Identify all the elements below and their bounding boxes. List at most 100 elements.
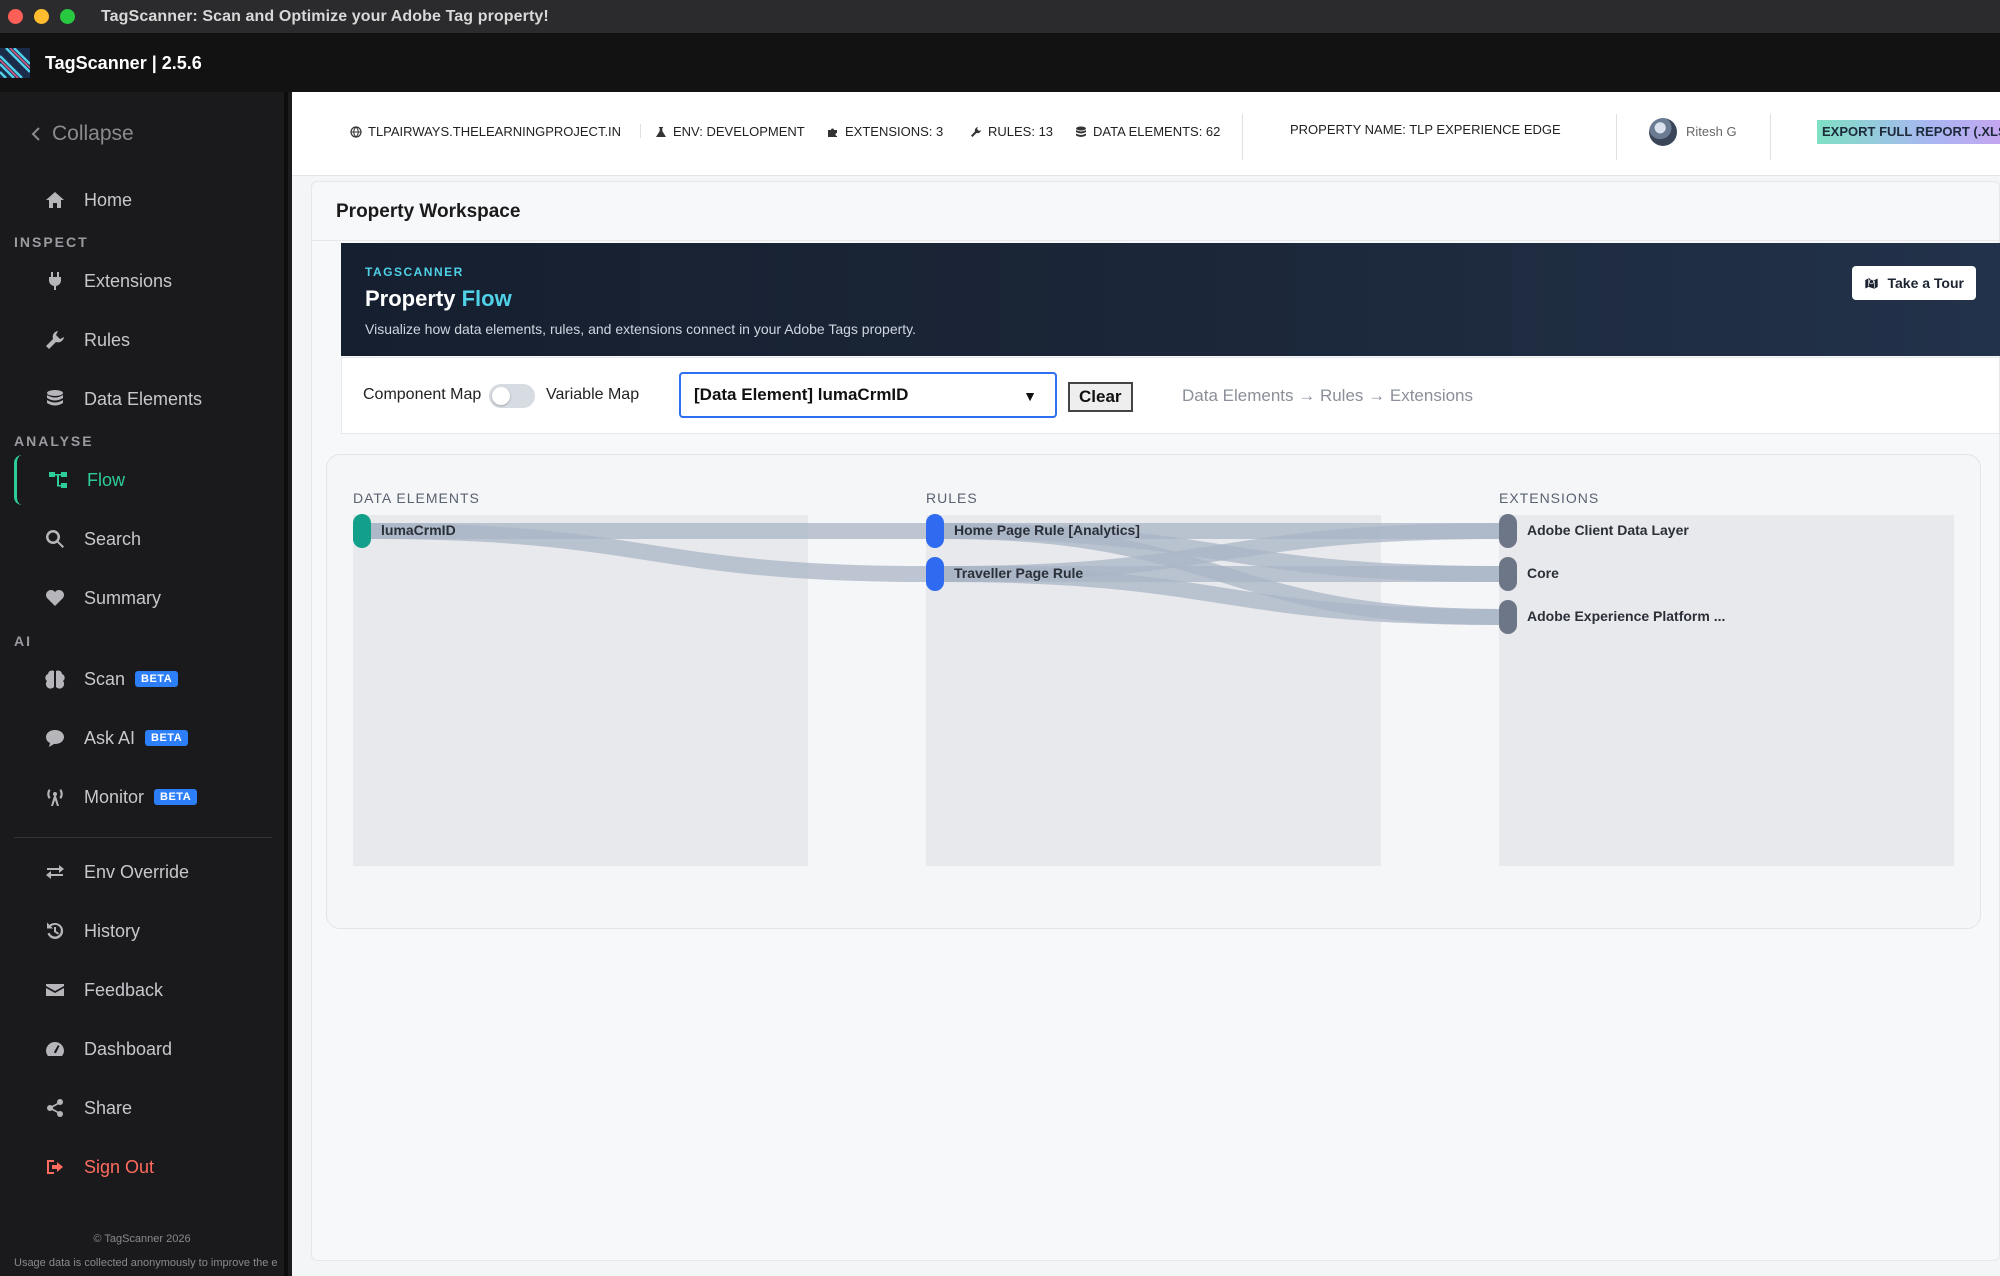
plug-icon	[44, 270, 66, 292]
clear-button[interactable]: Clear	[1068, 382, 1133, 412]
close-window-button[interactable]	[8, 9, 23, 24]
sidebar-item-flow[interactable]: Flow	[14, 455, 274, 505]
footer-notice: Usage data is collected anonymously to i…	[14, 1257, 278, 1269]
extension-node[interactable]	[1499, 514, 1517, 548]
beta-badge: BETA	[135, 671, 179, 687]
sidebar-item-label: Env Override	[84, 861, 190, 882]
sidebar-item-label: History	[84, 920, 141, 941]
extension-node-label[interactable]: Core	[1527, 565, 1559, 581]
beta-badge: BETA	[145, 730, 189, 746]
user-avatar[interactable]	[1649, 118, 1677, 146]
rule-node-label[interactable]: Home Page Rule [Analytics]	[954, 522, 1140, 538]
sidebar-item-scan[interactable]: Scan BETA	[14, 654, 274, 704]
sidebar-item-label: Feedback	[84, 979, 164, 1000]
sidebar-item-label: Monitor	[84, 786, 145, 807]
hero-subtitle: Visualize how data elements, rules, and …	[365, 321, 917, 337]
puzzle-icon	[828, 128, 837, 137]
rule-node-label[interactable]: Traveller Page Rule	[954, 565, 1083, 581]
sidebar-item-feedback[interactable]: Feedback	[14, 965, 274, 1015]
database-icon	[44, 388, 66, 410]
window-title: TagScanner: Scan and Optimize your Adobe…	[101, 7, 549, 25]
hero-title: Property Flow	[365, 286, 512, 311]
rules-count: RULES: 13	[970, 124, 1053, 139]
export-report-button[interactable]: EXPORT FULL REPORT (.XLS	[1817, 120, 2000, 144]
broadcast-tower-icon	[44, 786, 66, 808]
sidebar-item-extensions[interactable]: Extensions	[14, 256, 274, 306]
wrench-icon	[971, 126, 981, 137]
separator	[1770, 114, 1771, 160]
section-inspect: INSPECT	[14, 234, 89, 250]
user-name[interactable]: Ritesh G	[1686, 124, 1737, 139]
sidebar-item-rules[interactable]: Rules	[14, 315, 274, 365]
map-mode-toggle[interactable]	[489, 384, 535, 408]
rule-node[interactable]	[926, 557, 944, 591]
sidebar-item-data-elements[interactable]: Data Elements	[14, 374, 274, 424]
beta-badge: BETA	[154, 789, 198, 805]
separator	[1616, 114, 1617, 160]
app-name: TagScanner | 2.5.6	[45, 52, 202, 73]
sidebar-item-label: Share	[84, 1097, 133, 1118]
main-content: TLPAIRWAYS.THELEARNINGPROJECT.IN ENV: DE…	[292, 92, 2000, 1276]
home-icon	[44, 189, 66, 211]
sidebar: Collapse Home INSPECT Extensions Rules D…	[0, 92, 288, 1276]
footer-copyright: © TagScanner 2026	[93, 1233, 191, 1245]
data-elements-column	[353, 515, 808, 866]
zoom-window-button[interactable]	[60, 9, 75, 24]
globe-icon	[350, 125, 362, 138]
hero-kicker: TAGSCANNER	[365, 265, 464, 279]
collapse-button[interactable]: Collapse	[30, 122, 134, 146]
history-icon	[44, 920, 66, 942]
app-logo-icon	[0, 48, 30, 78]
component-map-label: Component Map	[363, 386, 482, 403]
extension-node-label[interactable]: Adobe Experience Platform ...	[1527, 608, 1725, 624]
take-tour-button[interactable]: Take a Tour	[1852, 266, 1976, 300]
sidebar-item-label: Dashboard	[84, 1038, 173, 1059]
sidebar-item-summary[interactable]: Summary	[14, 573, 274, 623]
sidebar-divider	[14, 837, 272, 838]
chat-icon	[44, 727, 66, 749]
sidebar-item-label: Home	[84, 189, 133, 210]
page-title: Property Workspace	[336, 201, 521, 222]
sidebar-item-label: Extensions	[84, 270, 173, 291]
data-element-node-label[interactable]: lumaCrmID	[381, 522, 456, 538]
sidebar-item-home[interactable]: Home	[14, 175, 274, 225]
flask-icon	[656, 126, 666, 137]
section-analyse: ANALYSE	[14, 433, 94, 449]
component-select[interactable]: [Data Element] lumaCrmID ▼	[679, 372, 1057, 418]
property-info-bar: TLPAIRWAYS.THELEARNINGPROJECT.IN ENV: DE…	[292, 92, 2000, 176]
sidebar-item-label: Search	[84, 528, 142, 549]
sidebar-item-history[interactable]: History	[14, 906, 274, 956]
sidebar-item-search[interactable]: Search	[14, 514, 274, 564]
sidebar-item-label: Flow	[87, 469, 126, 490]
column-header-extensions: EXTENSIONS	[1499, 490, 1600, 506]
collapse-label: Collapse	[52, 122, 134, 145]
extension-node[interactable]	[1499, 600, 1517, 634]
sidebar-item-monitor[interactable]: Monitor BETA	[14, 772, 274, 822]
window-titlebar: TagScanner: Scan and Optimize your Adobe…	[0, 0, 2000, 34]
flow-controls: Component Map Variable Map [Data Element…	[341, 357, 2000, 434]
map-icon	[1865, 276, 1879, 290]
flow-hero-banner: TAGSCANNER Property Flow Visualize how d…	[341, 243, 2000, 356]
data-elements-count: DATA ELEMENTS: 62	[1075, 124, 1220, 139]
column-header-data-elements: DATA ELEMENTS	[353, 490, 480, 506]
extension-node-label[interactable]: Adobe Client Data Layer	[1527, 522, 1689, 538]
minimize-window-button[interactable]	[34, 9, 49, 24]
rule-node[interactable]	[926, 514, 944, 548]
extensions-count: EXTENSIONS: 3	[827, 124, 943, 139]
sign-out-icon	[44, 1156, 66, 1178]
sidebar-item-label: Summary	[84, 587, 162, 608]
extensions-column	[1499, 515, 1954, 866]
sidebar-item-ask-ai[interactable]: Ask AI BETA	[14, 713, 274, 763]
sidebar-item-share[interactable]: Share	[14, 1083, 274, 1133]
data-element-node[interactable]	[353, 514, 371, 548]
sidebar-item-dashboard[interactable]: Dashboard	[14, 1024, 274, 1074]
extension-node[interactable]	[1499, 557, 1517, 591]
window-controls	[8, 9, 75, 24]
column-header-rules: RULES	[926, 490, 978, 506]
sidebar-item-label: Ask AI	[84, 727, 136, 748]
sidebar-item-env-override[interactable]: Env Override	[14, 847, 274, 897]
share-icon	[44, 1097, 66, 1119]
caret-down-icon: ▼	[1023, 388, 1037, 404]
wrench-icon	[44, 329, 66, 351]
sidebar-item-sign-out[interactable]: Sign Out	[14, 1142, 274, 1192]
